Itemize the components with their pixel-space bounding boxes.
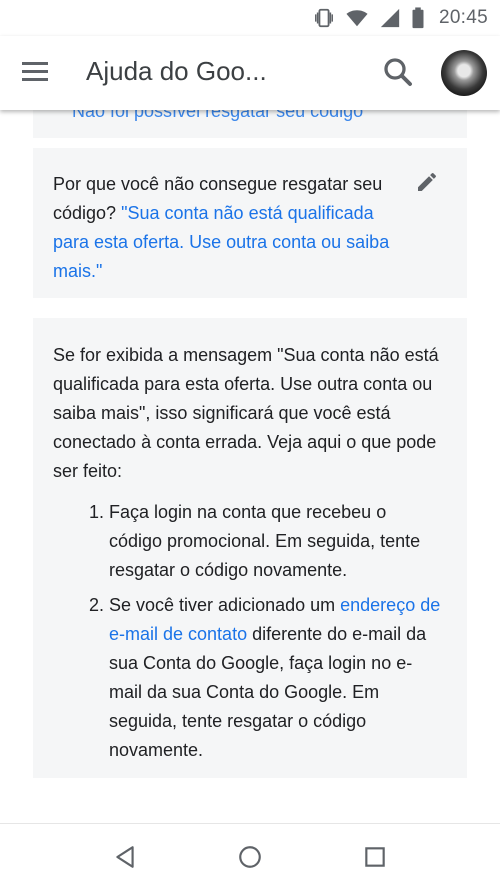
vibrate-icon xyxy=(313,7,335,29)
wifi-icon xyxy=(345,7,369,29)
battery-icon xyxy=(411,7,425,29)
step-2-text-before: Se você tiver adicionado um xyxy=(109,595,341,615)
system-nav-bar xyxy=(0,823,500,890)
status-time: 20:45 xyxy=(438,7,488,28)
home-icon[interactable] xyxy=(237,844,263,870)
search-icon[interactable] xyxy=(380,54,416,90)
recents-icon[interactable] xyxy=(362,844,388,870)
pencil-icon[interactable] xyxy=(415,170,439,194)
avatar[interactable] xyxy=(441,50,487,96)
answer-intro: Se for exibida a mensagem "Sua conta não… xyxy=(53,345,439,481)
back-icon[interactable] xyxy=(112,844,138,870)
signal-icon xyxy=(379,7,401,29)
step-2: Se você tiver adicionado um endereço de … xyxy=(109,591,441,765)
menu-icon[interactable] xyxy=(22,60,58,88)
steps-list: Faça login na conta que recebeu o código… xyxy=(53,498,441,765)
question-card: Por que você não consegue resgatar seu c… xyxy=(33,148,467,298)
app-bar: Ajuda do Goo... xyxy=(0,36,500,110)
page-title: Ajuda do Goo... xyxy=(86,56,267,86)
answer-card: Se for exibida a mensagem "Sua conta não… xyxy=(33,318,467,778)
step-1: Faça login na conta que recebeu o código… xyxy=(109,498,441,585)
status-bar: 20:45 xyxy=(0,0,500,36)
step-2-text-after: diferente do e-mail da sua Conta do Goog… xyxy=(109,624,427,760)
